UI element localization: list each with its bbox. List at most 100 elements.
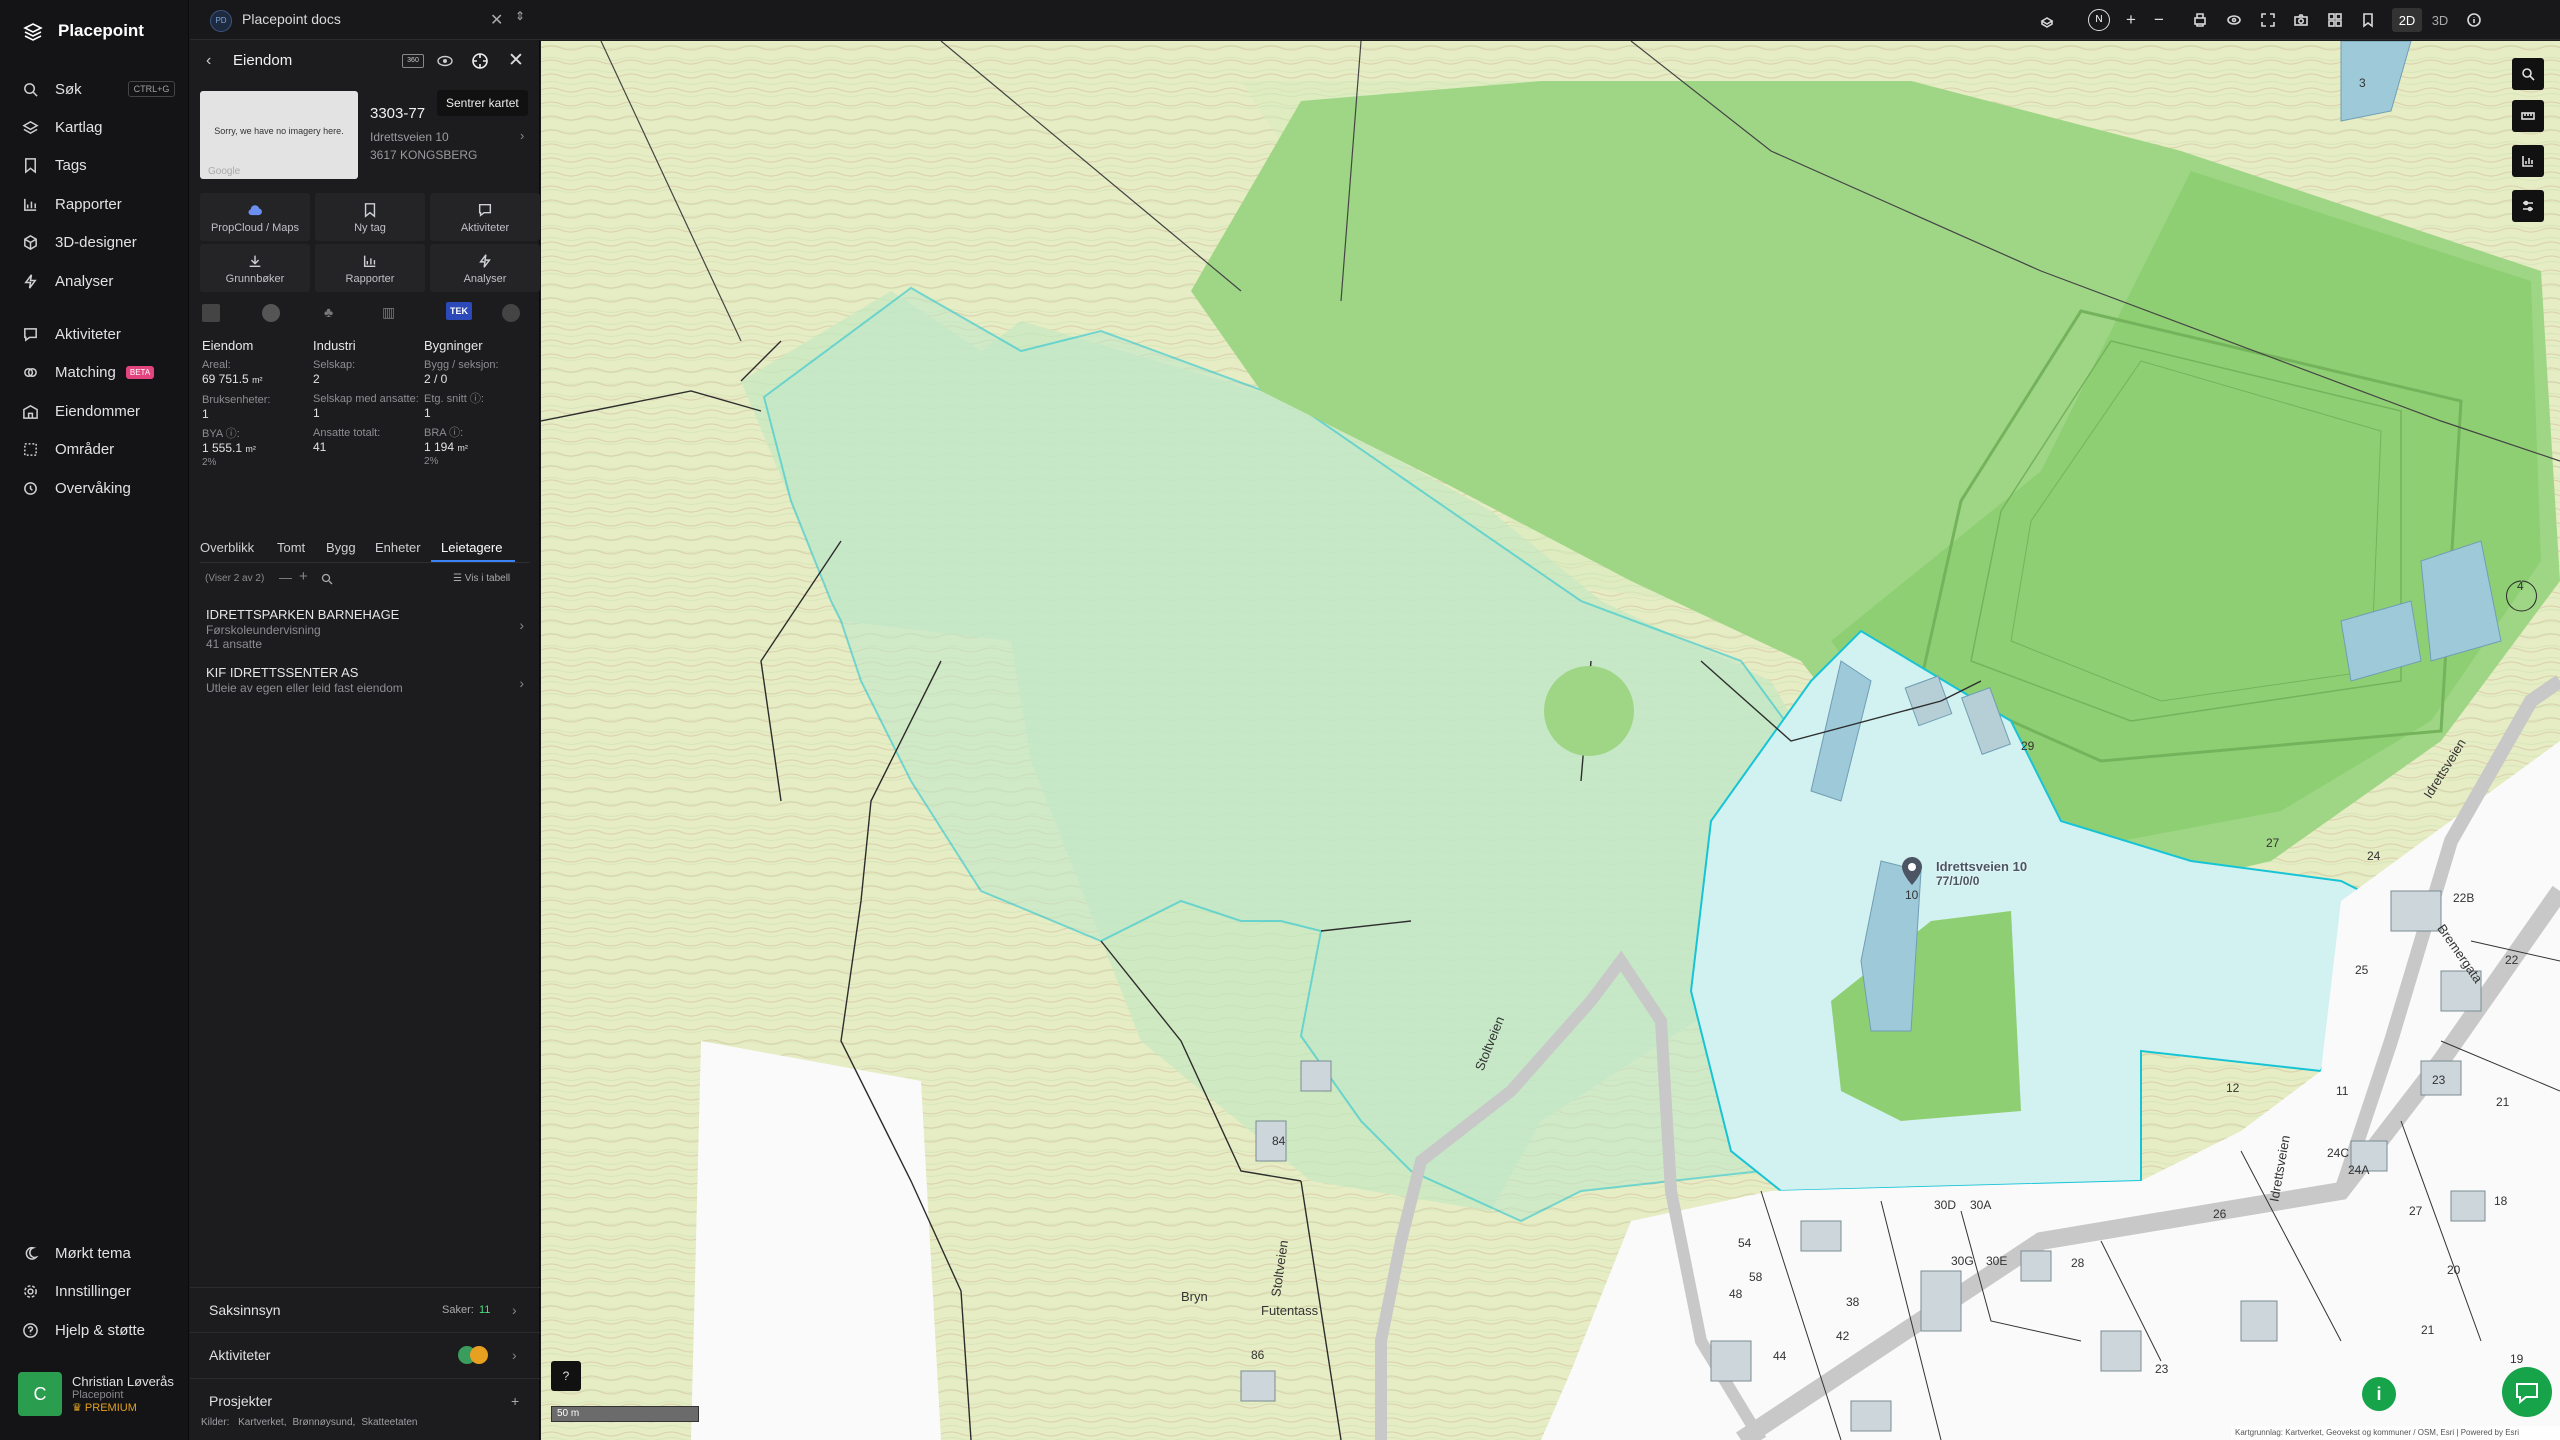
nav-item-kartlag[interactable]: Kartlag [22, 115, 103, 139]
eye-icon[interactable] [2222, 8, 2246, 32]
map-canvas[interactable]: Idrettsveien 10 77/1/0/0 Stoltveien Stolt… [541, 41, 2560, 1440]
main-navigation: Placepoint Søk CTRL+G Kartlag Tags Rapport… [0, 0, 189, 1440]
tab-leietagere[interactable]: Leietagere [441, 540, 502, 555]
address-number-label: 23 [2432, 1073, 2446, 1087]
section-activities[interactable]: Aktiviteter › [190, 1332, 540, 1376]
map-tool-chart[interactable] [2512, 145, 2544, 177]
map-tool-search[interactable] [2512, 58, 2544, 90]
tab-enheter[interactable]: Enheter [375, 540, 421, 555]
compass[interactable]: N [2087, 8, 2111, 32]
add-icon[interactable]: + [299, 568, 308, 585]
location-marker[interactable] [1901, 856, 1923, 891]
map-tool-measure[interactable] [2512, 100, 2544, 132]
zoom-out-icon[interactable]: − [2147, 8, 2171, 32]
globe-icon[interactable] [262, 304, 280, 322]
chevron-right-icon[interactable]: › [520, 128, 524, 143]
nav-search[interactable]: Søk CTRL+G [22, 77, 176, 101]
section-cases[interactable]: Saksinnsyn Saker: 11 › [190, 1287, 540, 1331]
source-item[interactable]: Skatteetaten [361, 1417, 417, 1428]
action-aktiviteter[interactable]: Aktiviteter [430, 193, 540, 241]
action-analyser[interactable]: Analyser [430, 244, 540, 292]
nav-search-label: Søk [55, 80, 82, 98]
layer-toggle-row: ♣ ▥ TEK [202, 302, 532, 324]
nav-item-matching[interactable]: Matching BETA [22, 361, 155, 385]
google-watermark: Google [208, 166, 241, 177]
tab-tomt[interactable]: Tomt [277, 540, 305, 555]
eye-icon[interactable] [436, 53, 454, 69]
chevron-updown-icon[interactable]: ⇕ [515, 9, 525, 23]
stats-buildings-heading: Bygninger [424, 338, 483, 353]
property-postal: 3617 KONGSBERG [370, 148, 478, 162]
document-tab[interactable]: PD Placepoint docs ✕ ⇕ [190, 0, 540, 40]
nav-item-overvåking[interactable]: Overvåking [22, 476, 131, 500]
table-view-button[interactable]: ☰ Vis i tabell [453, 573, 510, 584]
fullscreen-icon[interactable] [2256, 8, 2280, 32]
close-icon[interactable]: ✕ [490, 10, 503, 30]
action-rapporter[interactable]: Rapporter [315, 244, 425, 292]
info-fab-icon[interactable]: i [2362, 1377, 2396, 1411]
360-view-icon[interactable]: 360 [402, 54, 424, 68]
nav-item-tags[interactable]: Tags [22, 154, 87, 178]
street-view-thumbnail[interactable]: Sorry, we have no imagery here. Google [200, 91, 358, 179]
user-profile[interactable]: C Christian Løverås Placepoint ♛ PREMIUM [18, 1372, 174, 1416]
address-number-label: 28 [2071, 1256, 2085, 1270]
view-3d-button[interactable]: 3D [2425, 8, 2455, 32]
nav-item-3d-designer[interactable]: 3D-designer [22, 231, 137, 255]
grid-icon[interactable] [2323, 8, 2347, 32]
tab-bygg[interactable]: Bygg [326, 540, 356, 555]
nav-item-områder[interactable]: Områder [22, 438, 114, 462]
tenant-row[interactable]: KIF IDRETTSSENTER AS Utleie av egen eller… [206, 665, 524, 695]
matching-icon [24, 367, 37, 378]
app-logo[interactable]: Placepoint [22, 20, 144, 42]
map-tool-settings[interactable] [2512, 190, 2544, 222]
area-label: Areal: [202, 359, 231, 371]
help-icon[interactable]: ? [551, 1361, 581, 1391]
3d-view-icon[interactable] [2035, 8, 2059, 32]
nav-item-rapporter[interactable]: Rapporter [22, 192, 122, 216]
tab-overblikk[interactable]: Overblikk [200, 540, 254, 555]
stats-industry-heading: Industri [313, 338, 356, 353]
center-map-icon[interactable] [471, 52, 489, 70]
tek-badge[interactable]: TEK [446, 302, 472, 320]
nav-item-analyser[interactable]: Analyser [22, 269, 113, 293]
cases-label: Saksinnsyn [209, 1301, 281, 1318]
print-icon[interactable] [2188, 8, 2212, 32]
layers-icon [22, 120, 39, 134]
bookmark-icon[interactable] [2356, 8, 2380, 32]
nav-item-innstillinger[interactable]: Innstillinger [22, 1280, 131, 1304]
monitor-icon [24, 481, 37, 495]
chat-support-button[interactable] [2502, 1367, 2552, 1417]
section-projects[interactable]: Prosjekter + [190, 1378, 540, 1422]
tag-icon [364, 203, 376, 218]
source-item[interactable]: Brønnøysund, [293, 1417, 356, 1428]
minus-icon[interactable]: — [279, 570, 292, 585]
action-grunnbøker[interactable]: Grunnbøker [200, 244, 310, 292]
source-item[interactable]: Kartverket, [238, 1417, 286, 1428]
marker-label-address: Idrettsveien 10 [1936, 859, 2028, 874]
view-2d-button[interactable]: 2D [2392, 8, 2422, 32]
address-number-label: 18 [2494, 1194, 2508, 1208]
more-icon[interactable] [502, 304, 520, 322]
tenant-row[interactable]: IDRETTSPARKEN BARNEHAGE Førskoleundervisn… [206, 607, 524, 651]
search-icon[interactable] [321, 573, 333, 585]
nav-item-aktiviteter[interactable]: Aktiviteter [22, 322, 121, 346]
address-number-label: 23 [2155, 1362, 2169, 1376]
address-number-label: 30E [1986, 1254, 2008, 1268]
add-icon[interactable]: + [511, 1393, 519, 1409]
back-icon[interactable]: ‹ [206, 52, 211, 70]
total-employees-value: 41 [313, 440, 327, 454]
info-icon[interactable] [2462, 8, 2486, 32]
nav-item-mørkt-tema[interactable]: Mørkt tema [22, 1241, 131, 1265]
nav-item-eiendommer[interactable]: Eiendommer [22, 399, 140, 423]
zoom-in-icon[interactable]: + [2119, 8, 2143, 32]
plant-icon[interactable]: ♣ [324, 304, 333, 320]
close-panel-icon[interactable]: ✕ [508, 49, 524, 72]
action-label: Rapporter [345, 273, 395, 285]
tenant-industry: Førskoleundervisning [206, 623, 321, 637]
camera-icon[interactable] [2289, 8, 2313, 32]
map-layer-icon[interactable] [202, 304, 220, 322]
nav-item-hjelp-støtte[interactable]: Hjelp & støtte [22, 1318, 145, 1342]
action-propcloud-maps[interactable]: PropCloud / Maps [200, 193, 310, 241]
buildings-icon[interactable]: ▥ [382, 304, 395, 321]
action-ny-tag[interactable]: Ny tag [315, 193, 425, 241]
